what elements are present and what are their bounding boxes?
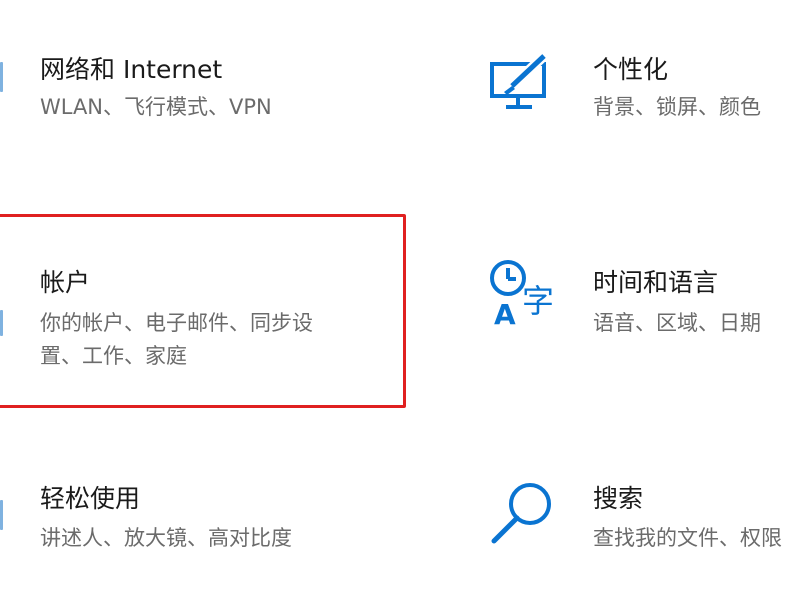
tile-ease-of-access[interactable]: 轻松使用 讲述人、放大镜、高对比度 [0, 470, 400, 570]
tile-personalization[interactable]: 个性化 背景、锁屏、颜色 [480, 40, 800, 140]
tile-title: 轻松使用 [40, 484, 141, 513]
tile-title: 帐户 [40, 268, 91, 297]
tile-time-language[interactable]: A 字 时间和语言 语音、区域、日期 [480, 240, 800, 350]
personalization-icon [490, 52, 548, 109]
tile-title: 个性化 [593, 55, 669, 84]
svg-text:A: A [494, 298, 516, 328]
tile-description: 你的帐户、电子邮件、同步设 [40, 311, 313, 335]
tile-title: 时间和语言 [593, 268, 719, 297]
tile-description: 置、工作、家庭 [40, 344, 187, 368]
tile-description: WLAN、飞行模式、VPN [40, 95, 272, 119]
tile-description: 语音、区域、日期 [593, 311, 761, 335]
tile-search[interactable]: 搜索 查找我的文件、权限 [480, 470, 800, 570]
time-language-icon: A 字 [490, 260, 554, 328]
tile-network-internet[interactable]: 网络和 Internet WLAN、飞行模式、VPN [0, 40, 400, 140]
tile-description: 讲述人、放大镜、高对比度 [40, 526, 292, 550]
tile-description: 背景、锁屏、颜色 [593, 95, 761, 119]
tile-accounts[interactable]: 帐户 你的帐户、电子邮件、同步设 置、工作、家庭 [0, 240, 400, 390]
tile-title: 网络和 Internet [40, 55, 223, 84]
tile-title: 搜索 [593, 484, 644, 513]
tile-description: 查找我的文件、权限 [593, 526, 782, 550]
svg-text:字: 字 [522, 282, 554, 320]
settings-home: 网络和 Internet WLAN、飞行模式、VPN 个性化 背景、锁屏、颜色 … [0, 0, 800, 600]
search-icon [491, 483, 551, 544]
